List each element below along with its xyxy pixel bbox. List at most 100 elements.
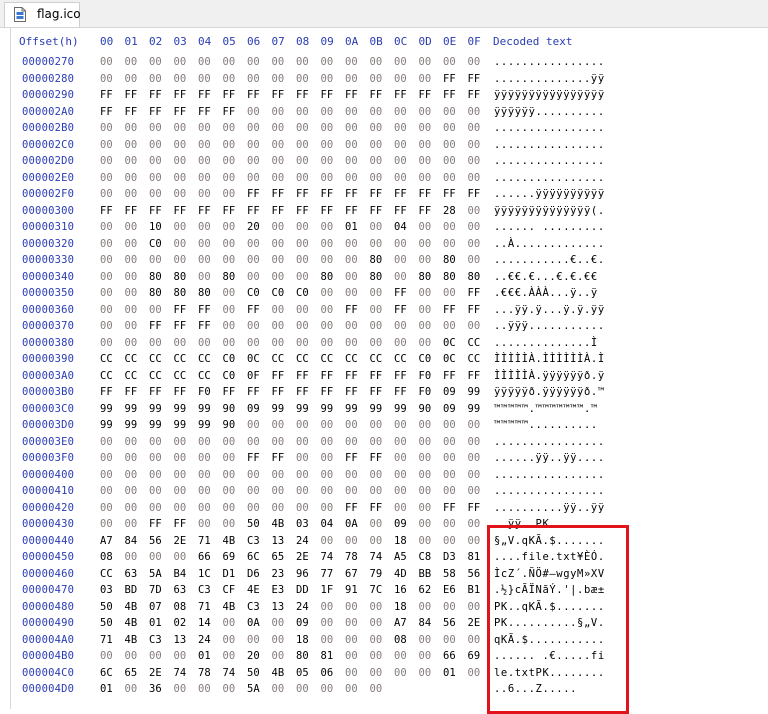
byte-cell[interactable]: C8	[419, 549, 437, 565]
byte-cell[interactable]: 6C	[100, 665, 118, 681]
decoded-text[interactable]: ................	[494, 120, 605, 136]
byte-cell[interactable]: 00	[149, 252, 167, 268]
byte-cell[interactable]: 00	[223, 219, 241, 235]
byte-cell[interactable]: 00	[345, 285, 363, 301]
byte-cell[interactable]: FF	[223, 104, 241, 120]
byte-cell[interactable]: FF	[247, 186, 265, 202]
byte-cell[interactable]: 90	[223, 417, 241, 433]
byte-cell[interactable]: 00	[370, 417, 388, 433]
byte-cell[interactable]: 71	[100, 632, 118, 648]
byte-cell[interactable]: 00	[100, 467, 118, 483]
hex-row[interactable]: 00000310 00 00 10 00 00 00 20 00 00 00 01 00 04 00 00 00…	[0, 219, 640, 235]
byte-cell[interactable]: B4	[174, 566, 192, 582]
byte-cell[interactable]: 00	[125, 252, 143, 268]
byte-cell[interactable]: 24	[198, 632, 216, 648]
byte-cell[interactable]: 00	[149, 54, 167, 70]
byte-cell[interactable]: C0	[149, 236, 167, 252]
byte-cell[interactable]: 00	[149, 483, 167, 499]
hex-row[interactable]: 00000300 FF FF FF FF FF FF FF FF FF FF FF FF FF FF 28 00…	[0, 203, 640, 219]
byte-cell[interactable]: 7D	[149, 582, 167, 598]
byte-cell[interactable]: 0C	[443, 335, 461, 351]
hex-row[interactable]: 000003C0 99 99 99 99 99 90 09 99 99 99 99 99 99 90 09 99…	[0, 401, 640, 417]
byte-cell[interactable]: CC	[468, 335, 486, 351]
byte-cell[interactable]: 00	[419, 219, 437, 235]
byte-cell[interactable]: 00	[419, 153, 437, 169]
byte-cell[interactable]: 58	[443, 566, 461, 582]
byte-cell[interactable]: 5A	[149, 566, 167, 582]
byte-cell[interactable]: FF	[272, 87, 290, 103]
byte-cell[interactable]: 00	[223, 120, 241, 136]
byte-cell[interactable]: FF	[345, 450, 363, 466]
byte-cell[interactable]: 18	[394, 599, 412, 615]
byte-cell[interactable]: 00	[247, 120, 265, 136]
byte-cell[interactable]: FF	[125, 104, 143, 120]
decoded-text[interactable]: ................	[494, 434, 605, 450]
byte-cell[interactable]: 80	[321, 269, 339, 285]
byte-cell[interactable]: 00	[247, 54, 265, 70]
byte-cell[interactable]: 00	[394, 417, 412, 433]
hex-row[interactable]: 00000340 00 00 80 80 00 80 00 00 00 80 00 80 00 80 80 80…	[0, 269, 640, 285]
byte-cell[interactable]: FF	[345, 203, 363, 219]
byte-cell[interactable]: FF	[296, 87, 314, 103]
byte-cell[interactable]: 5A	[247, 681, 265, 697]
byte-cell[interactable]: 00	[125, 285, 143, 301]
decoded-text[interactable]: ................	[494, 467, 605, 483]
byte-cell[interactable]: 00	[296, 252, 314, 268]
byte-cell[interactable]: 00	[419, 318, 437, 334]
byte-cell[interactable]: 00	[174, 54, 192, 70]
byte-cell[interactable]: 00	[100, 450, 118, 466]
byte-cell[interactable]: 00	[125, 120, 143, 136]
byte-cell[interactable]: 00	[419, 665, 437, 681]
byte-cell[interactable]: 24	[296, 599, 314, 615]
byte-cell[interactable]: 00	[174, 252, 192, 268]
byte-cell[interactable]: 00	[370, 153, 388, 169]
byte-cell[interactable]: 00	[272, 54, 290, 70]
byte-cell[interactable]: 00	[345, 467, 363, 483]
byte-cell[interactable]: 2E	[149, 665, 167, 681]
tab-flag-ico[interactable]: flag.ico	[4, 2, 81, 27]
decoded-text[interactable]: ..............ÿÿ	[494, 71, 605, 87]
byte-cell[interactable]: 00	[100, 236, 118, 252]
byte-cell[interactable]: 91	[345, 582, 363, 598]
byte-cell[interactable]: 09	[443, 384, 461, 400]
byte-cell[interactable]: FF	[174, 384, 192, 400]
byte-cell[interactable]: 00	[149, 500, 167, 516]
byte-cell[interactable]: 00	[419, 104, 437, 120]
byte-cell[interactable]: 00	[394, 252, 412, 268]
byte-cell[interactable]: CC	[198, 368, 216, 384]
byte-cell[interactable]: 00	[198, 71, 216, 87]
byte-cell[interactable]: 00	[443, 104, 461, 120]
byte-cell[interactable]: 00	[345, 417, 363, 433]
byte-cell[interactable]: FF	[370, 450, 388, 466]
hex-row[interactable]: 000002C0 00 00 00 00 00 00 00 00 00 00 00 00 00 00 00 00…	[0, 137, 640, 153]
byte-cell[interactable]: 00	[125, 302, 143, 318]
byte-cell[interactable]: 00	[149, 335, 167, 351]
byte-cell[interactable]: 00	[100, 318, 118, 334]
byte-cell[interactable]: 80	[174, 269, 192, 285]
byte-cell[interactable]: 00	[345, 236, 363, 252]
byte-cell[interactable]: 00	[468, 170, 486, 186]
hex-row[interactable]: 000003E0 00 00 00 00 00 00 00 00 00 00 00 00 00 00 00 00…	[0, 434, 640, 450]
byte-cell[interactable]: 00	[321, 137, 339, 153]
byte-cell[interactable]: 00	[125, 153, 143, 169]
decoded-text[interactable]: ...........€..€.	[494, 252, 605, 268]
byte-cell[interactable]: 00	[370, 302, 388, 318]
byte-cell[interactable]: FF	[345, 500, 363, 516]
byte-cell[interactable]: 00	[125, 71, 143, 87]
byte-cell[interactable]: 03	[296, 516, 314, 532]
byte-cell[interactable]: 00	[100, 269, 118, 285]
byte-cell[interactable]: 00	[149, 648, 167, 664]
byte-cell[interactable]: 00	[223, 335, 241, 351]
byte-cell[interactable]: 00	[321, 434, 339, 450]
byte-cell[interactable]: 00	[247, 318, 265, 334]
byte-cell[interactable]: 00	[321, 632, 339, 648]
byte-cell[interactable]: A7	[394, 615, 412, 631]
byte-cell[interactable]: 00	[296, 120, 314, 136]
byte-cell[interactable]: 00	[223, 467, 241, 483]
byte-cell[interactable]: CC	[174, 351, 192, 367]
byte-cell[interactable]: FF	[468, 87, 486, 103]
byte-cell[interactable]: 00	[394, 236, 412, 252]
byte-cell[interactable]: FF	[174, 516, 192, 532]
byte-cell[interactable]: 00	[419, 302, 437, 318]
decoded-text[interactable]: ...... .........	[494, 219, 605, 235]
